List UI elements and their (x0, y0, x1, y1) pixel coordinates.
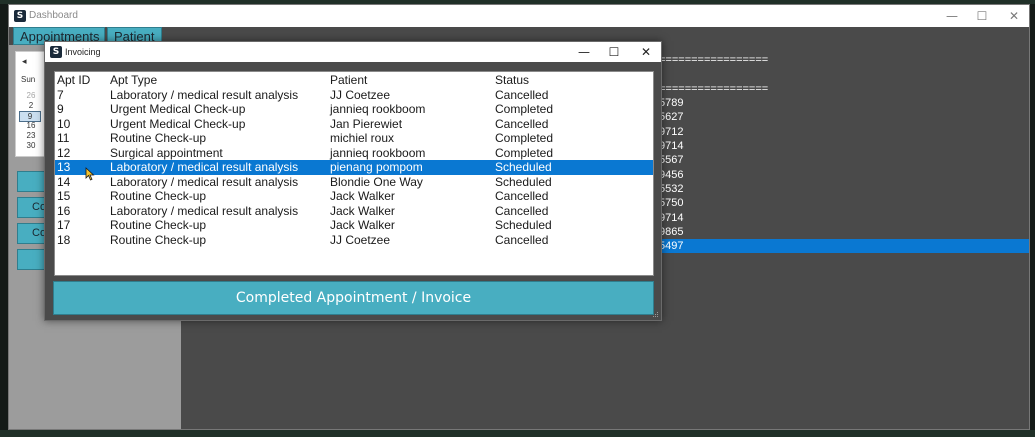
cell-status: Cancelled (495, 116, 549, 131)
calendar-day[interactable]: 16 (16, 121, 46, 130)
dashboard-title: Dashboard (29, 10, 78, 21)
list-item[interactable]: 10 Urgent Medical Check-up Jan Pierewiet… (55, 117, 653, 132)
console-line: 5627 (659, 111, 684, 123)
cell-status: Cancelled (495, 87, 549, 102)
dashboard-close-button[interactable]: ✕ (999, 5, 1029, 27)
calendar-day[interactable]: 23 (16, 131, 46, 140)
column-header-apt-type: Apt Type (110, 73, 158, 87)
list-item[interactable]: 15 Routine Check-up Jack Walker Cancelle… (55, 189, 653, 204)
cell-type: Routine Check-up (110, 131, 207, 145)
cell-id: 12 (57, 145, 71, 160)
completed-appointment-invoice-button[interactable]: Completed Appointment / Invoice (53, 281, 654, 315)
console-line: 5567 (659, 154, 684, 166)
app-icon: S (14, 10, 26, 22)
cell-id: 7 (57, 87, 64, 102)
list-item[interactable]: 7 Laboratory / medical result analysis J… (55, 88, 653, 103)
invoicing-minimize-button[interactable]: — (569, 42, 599, 62)
calendar-day[interactable]: 2 (16, 101, 46, 110)
desktop-background-bottom (0, 430, 1035, 437)
console-line: 9865 (659, 226, 684, 238)
console-line: 9712 (659, 126, 684, 138)
dashboard-minimize-button[interactable]: — (937, 5, 967, 27)
list-item[interactable]: 16 Laboratory / medical result analysis … (55, 204, 653, 219)
console-line-selected[interactable]: 5497 (659, 239, 1029, 253)
list-item[interactable]: 14 Laboratory / medical result analysis … (55, 175, 653, 190)
cell-id: 11 (57, 131, 70, 145)
console-line: 9714 (659, 212, 684, 224)
invoicing-close-button[interactable]: ✕ (631, 42, 661, 62)
column-header-apt-id: Apt ID (57, 73, 91, 87)
cell-id: 13 (57, 160, 71, 174)
cell-patient: Blondie One Way (330, 174, 423, 189)
cell-patient: jannieq rookboom (330, 145, 426, 160)
calendar-weekday-label: Sun (21, 75, 36, 84)
mouse-cursor-icon (85, 167, 95, 181)
cell-id: 14 (57, 174, 71, 189)
cell-type: Routine Check-up (110, 232, 207, 247)
cell-type: Urgent Medical Check-up (110, 102, 246, 116)
cell-status: Cancelled (495, 189, 549, 203)
column-header-status: Status (495, 73, 530, 87)
app-icon: S (50, 46, 62, 58)
cell-patient: michiel roux (330, 131, 395, 145)
console-line: 5532 (659, 183, 684, 195)
cell-patient: Jan Pierewiet (330, 116, 403, 131)
console-line: 9456 (659, 169, 684, 181)
console-line: ================= (659, 83, 769, 95)
invoicing-titlebar[interactable]: S Invoicing — ☐ ✕ (45, 42, 661, 62)
cell-type: Laboratory / medical result analysis (110, 174, 299, 189)
cell-patient: JJ Coetzee (330, 232, 391, 247)
cell-status: Completed (495, 102, 554, 116)
appointments-list[interactable]: Apt ID Apt Type Patient Status 7 Laborat… (54, 71, 654, 276)
invoicing-window: S Invoicing — ☐ ✕ Apt ID Apt Type Patien… (44, 41, 662, 321)
cell-id: 15 (57, 189, 71, 203)
cell-patient: JJ Coetzee (330, 87, 391, 102)
cell-status: Completed (495, 145, 554, 160)
list-header: Apt ID Apt Type Patient Status (55, 73, 653, 88)
cell-patient: Jack Walker (330, 189, 395, 203)
cell-patient: jannieq rookboom (330, 102, 426, 116)
cell-status: Cancelled (495, 203, 549, 218)
console-line: ================= (659, 54, 769, 66)
cell-type: Laboratory / medical result analysis (110, 203, 299, 218)
console-line: 5789 (659, 97, 684, 109)
console-line: 5750 (659, 197, 684, 209)
calendar-prev-icon[interactable]: ◂ (22, 56, 27, 67)
cell-status: Scheduled (495, 218, 552, 232)
cell-patient: pienang pompom (330, 160, 423, 174)
invoicing-maximize-button[interactable]: ☐ (599, 42, 629, 62)
list-item[interactable]: 18 Routine Check-up JJ Coetzee Cancelled (55, 233, 653, 248)
cell-type: Laboratory / medical result analysis (110, 160, 299, 174)
cell-status: Scheduled (495, 174, 552, 189)
cell-id: 9 (57, 102, 64, 116)
calendar-day[interactable]: 30 (16, 141, 46, 150)
list-item[interactable]: 11 Routine Check-up michiel roux Complet… (55, 131, 653, 146)
cell-id: 10 (57, 116, 71, 131)
calendar-day[interactable]: 26 (16, 91, 46, 100)
dashboard-titlebar[interactable]: S Dashboard — ☐ ✕ (9, 5, 1029, 27)
cell-type: Laboratory / medical result analysis (110, 87, 299, 102)
resize-grip-icon[interactable] (652, 311, 659, 318)
cell-id: 16 (57, 203, 71, 218)
cell-id: 18 (57, 232, 71, 247)
cell-type: Routine Check-up (110, 218, 207, 232)
cell-id: 17 (57, 218, 71, 232)
cell-type: Routine Check-up (110, 189, 207, 203)
column-header-patient: Patient (330, 73, 368, 87)
cell-status: Completed (495, 131, 554, 145)
console-line: 9714 (659, 140, 684, 152)
cell-status: Cancelled (495, 232, 549, 247)
list-item[interactable]: 17 Routine Check-up Jack Walker Schedule… (55, 218, 653, 233)
cell-patient: Jack Walker (330, 218, 395, 232)
invoicing-title: Invoicing (65, 47, 101, 57)
list-item-selected[interactable]: 13 Laboratory / medical result analysis … (55, 160, 653, 175)
list-item[interactable]: 9 Urgent Medical Check-up jannieq rookbo… (55, 102, 653, 117)
dashboard-maximize-button[interactable]: ☐ (967, 5, 997, 27)
cell-type: Surgical appointment (110, 145, 223, 160)
list-item[interactable]: 12 Surgical appointment jannieq rookboom… (55, 146, 653, 161)
cell-type: Urgent Medical Check-up (110, 116, 246, 131)
cell-status: Scheduled (495, 160, 552, 174)
cell-patient: Jack Walker (330, 203, 395, 218)
